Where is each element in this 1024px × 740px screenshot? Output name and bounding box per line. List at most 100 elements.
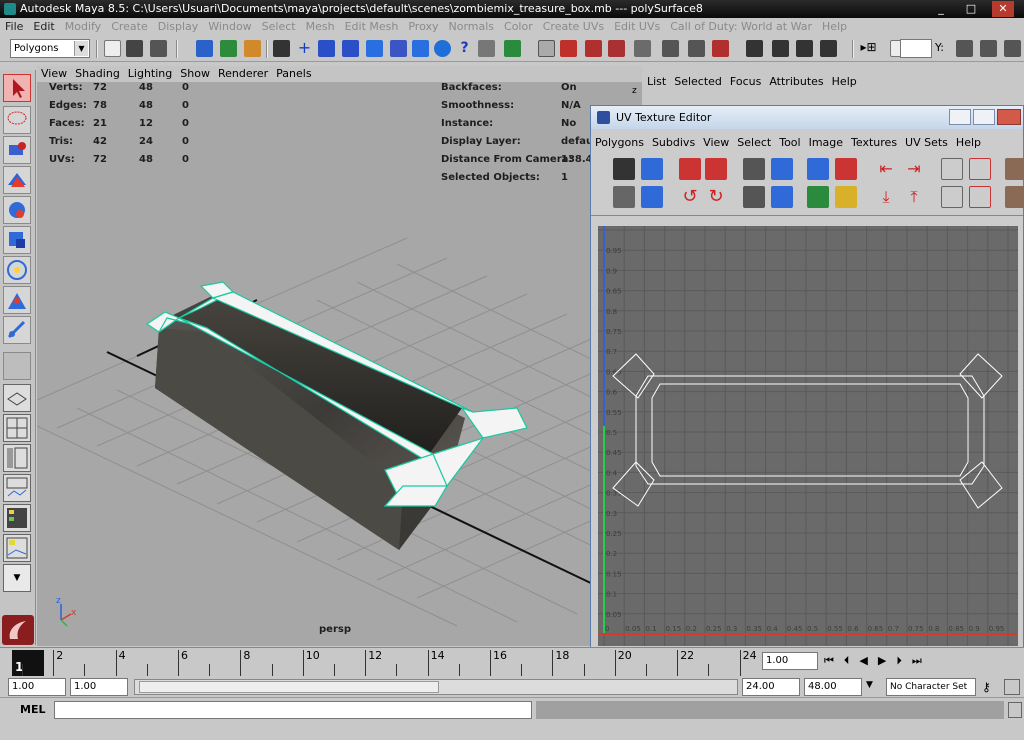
rotate-cw-icon[interactable]: ↻ — [705, 186, 727, 208]
menu-help[interactable]: Help — [817, 18, 852, 36]
menu-modify[interactable]: Modify — [60, 18, 106, 36]
align-bottom-icon[interactable]: ⤓ — [875, 186, 897, 208]
uv-menu-polygons[interactable]: Polygons — [591, 134, 648, 152]
frame-all-icon[interactable] — [969, 158, 991, 180]
menu-call-of-duty[interactable]: Call of Duty: World at War — [665, 18, 817, 36]
playback-end-field[interactable]: 24.00 — [742, 678, 800, 696]
perspective-viewport[interactable]: View Shading Lighting Show Renderer Panels Ve… — [37, 66, 642, 646]
grid-view-icon[interactable] — [941, 158, 963, 180]
select-tool-icon[interactable] — [3, 74, 31, 102]
uv-shell-rim[interactable] — [612, 353, 1003, 509]
character-set-field[interactable]: No Character Set — [886, 678, 976, 696]
rotate-tool-icon[interactable] — [3, 196, 31, 224]
menu-edit-mesh[interactable]: Edit Mesh — [340, 18, 404, 36]
vp-menu-panels[interactable]: Panels — [272, 66, 315, 82]
uv-lattice-icon[interactable] — [641, 186, 663, 208]
chevron-down-icon[interactable]: ▼ — [866, 680, 873, 690]
range-slider-handle[interactable] — [139, 681, 439, 693]
layout-hypershade-icon[interactable] — [3, 504, 31, 532]
uv-texture-editor-window[interactable]: UV Texture Editor Polygons Subdivs View Sel… — [590, 105, 1024, 651]
layout-persp-outliner-icon[interactable] — [3, 444, 31, 472]
plus-icon[interactable]: + — [296, 40, 313, 57]
output-ops-icon[interactable] — [688, 40, 705, 57]
command-language-label[interactable]: MEL — [20, 703, 45, 716]
range-slider-track[interactable] — [134, 679, 738, 695]
menu-normals[interactable]: Normals — [443, 18, 499, 36]
uv-menu-view[interactable]: View — [699, 134, 733, 152]
selection-mask-icon[interactable] — [273, 40, 290, 57]
select-by-vertex-icon[interactable] — [318, 40, 335, 57]
last-used-tool-icon[interactable] — [3, 352, 31, 380]
paint-select-tool-icon[interactable] — [3, 136, 31, 164]
snap-to-curve-icon[interactable] — [538, 40, 555, 57]
layout-single-persp-icon[interactable] — [3, 384, 31, 412]
outliner-menu-focus[interactable]: Focus — [726, 72, 765, 92]
uv-menu-image[interactable]: Image — [805, 134, 847, 152]
menuset-dropdown[interactable]: Polygons ▼ — [10, 39, 90, 58]
menu-create[interactable]: Create — [106, 18, 153, 36]
vp-menu-renderer[interactable]: Renderer — [214, 66, 272, 82]
universal-manipulator-icon[interactable] — [3, 256, 31, 284]
vp-menu-shading[interactable]: Shading — [71, 66, 124, 82]
render-view-icon[interactable] — [746, 40, 763, 57]
layout-persp-graph-hypershade-icon[interactable] — [3, 534, 31, 562]
script-editor-icon[interactable] — [1008, 702, 1022, 718]
cut-uv-edges-icon[interactable] — [743, 158, 765, 180]
ipr-render-icon[interactable] — [796, 40, 813, 57]
flip-uv-icon[interactable] — [641, 158, 663, 180]
animation-start-field[interactable]: 1.00 — [8, 678, 66, 696]
snap-to-view-plane-icon[interactable] — [585, 40, 602, 57]
snap-to-point-icon[interactable] — [560, 40, 577, 57]
open-scene-icon[interactable] — [126, 40, 143, 57]
vp-menu-show[interactable]: Show — [176, 66, 214, 82]
checker-display-icon[interactable] — [613, 158, 635, 180]
flip-v-icon[interactable] — [705, 158, 727, 180]
rotate-ccw-icon[interactable]: ↺ — [679, 186, 701, 208]
menu-proxy[interactable]: Proxy — [403, 18, 443, 36]
tool-settings-icon[interactable] — [1004, 40, 1021, 57]
outliner-menu-attributes[interactable]: Attributes — [765, 72, 827, 92]
maximize-button[interactable]: □ — [960, 1, 982, 17]
x-field[interactable] — [900, 39, 932, 58]
current-frame-marker[interactable]: 1 — [12, 650, 44, 676]
scale-tool-icon[interactable] — [3, 226, 31, 254]
animation-end-field[interactable]: 48.00 — [804, 678, 862, 696]
outliner-menu-selected[interactable]: Selected — [670, 72, 726, 92]
minimize-button[interactable]: _ — [930, 1, 952, 17]
soft-modification-icon[interactable] — [3, 286, 31, 314]
outliner-menu-list[interactable]: List — [643, 72, 670, 92]
menu-mesh[interactable]: Mesh — [301, 18, 340, 36]
layout-persp-graph-icon[interactable] — [3, 474, 31, 502]
uv-menu-uv-sets[interactable]: UV Sets — [901, 134, 952, 152]
user-avatar-icon[interactable] — [1005, 158, 1024, 180]
grid-uvs-icon[interactable] — [835, 158, 857, 180]
go-to-start-icon[interactable]: ⏮ — [824, 654, 844, 667]
menu-edit[interactable]: Edit — [28, 18, 59, 36]
input-ops-icon[interactable] — [662, 40, 679, 57]
uv-minimize-button[interactable] — [949, 109, 971, 125]
select-by-edge-icon[interactable] — [342, 40, 359, 57]
layout-options-icon[interactable]: ▼ — [3, 564, 31, 592]
menu-file[interactable]: File — [0, 18, 28, 36]
step-back-frame-icon[interactable]: ◀ — [859, 654, 877, 667]
menu-create-uvs[interactable]: Create UVs — [538, 18, 609, 36]
sample-icon[interactable] — [613, 186, 635, 208]
save-scene-icon[interactable] — [150, 40, 167, 57]
frame-selection-icon[interactable] — [969, 186, 991, 208]
uv-menu-textures[interactable]: Textures — [847, 134, 901, 152]
layout-uvs-icon[interactable] — [807, 158, 829, 180]
uv-grid-svg[interactable]: 0.950.90.850.80.750.70.650.60.550.50.450… — [598, 226, 1018, 646]
anim-prefs-icon[interactable] — [1004, 679, 1020, 695]
step-forward-key-icon[interactable]: ⏵ — [896, 654, 912, 667]
snap-to-grid-icon[interactable] — [504, 40, 521, 57]
outliner-menu-help[interactable]: Help — [828, 72, 861, 92]
playback-start-field[interactable]: 1.00 — [70, 678, 128, 696]
render-current-frame-icon[interactable] — [772, 40, 789, 57]
select-component-icon[interactable] — [244, 40, 261, 57]
uv-editor-title-bar[interactable]: UV Texture Editor — [591, 106, 1023, 129]
select-by-misc-icon[interactable] — [412, 40, 429, 57]
vp-menu-view[interactable]: View — [37, 66, 71, 82]
menu-display[interactable]: Display — [153, 18, 204, 36]
close-button[interactable]: ✕ — [992, 1, 1014, 17]
snapshot-icon[interactable] — [941, 186, 963, 208]
